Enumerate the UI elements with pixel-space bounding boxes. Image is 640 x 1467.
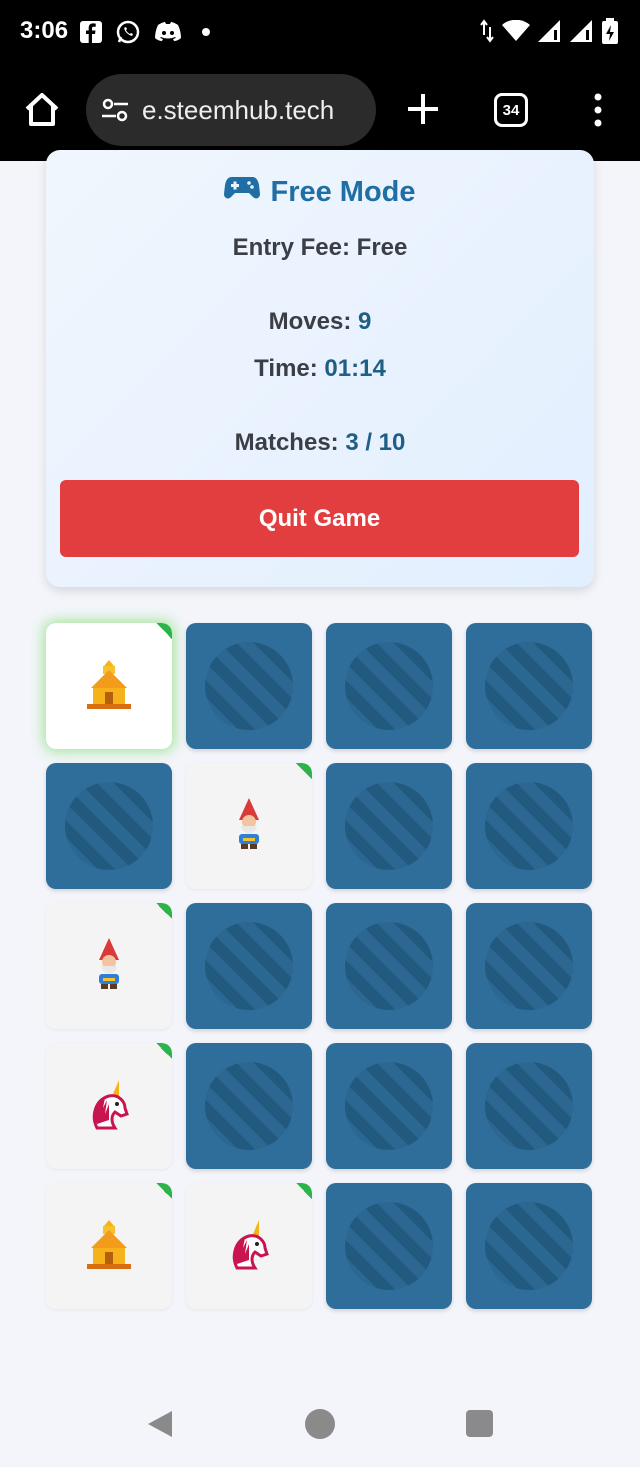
card-face-down[interactable] bbox=[466, 763, 592, 889]
matched-marker bbox=[296, 1183, 312, 1199]
card-face-up[interactable] bbox=[186, 1183, 312, 1309]
moves-label: Moves: bbox=[268, 308, 352, 335]
status-bar: 3:06 bbox=[0, 0, 640, 64]
site-settings-icon[interactable] bbox=[100, 95, 130, 125]
card-face-down[interactable] bbox=[326, 1183, 452, 1309]
whatsapp-icon bbox=[115, 20, 141, 44]
card-back-pattern bbox=[485, 922, 573, 1010]
card-back-pattern bbox=[345, 922, 433, 1010]
signal-icon bbox=[570, 20, 594, 47]
card-grid bbox=[46, 623, 594, 1309]
card-face-up[interactable] bbox=[46, 623, 172, 749]
system-nav-bar bbox=[0, 1380, 640, 1467]
card-face-down[interactable] bbox=[326, 903, 452, 1029]
card-back-pattern bbox=[65, 782, 153, 870]
card-face-down[interactable] bbox=[466, 1183, 592, 1309]
matches-label: Matches: bbox=[234, 429, 339, 456]
game-info-panel: Free Mode Entry Fee: Free Moves: 9 Time:… bbox=[46, 150, 594, 587]
unicorn-icon bbox=[79, 1074, 139, 1139]
card-face-up[interactable] bbox=[186, 763, 312, 889]
unicorn-icon bbox=[219, 1214, 279, 1279]
card-back-pattern bbox=[205, 1062, 293, 1150]
time-line: Time: 01:14 bbox=[46, 355, 594, 383]
card-face-down[interactable] bbox=[326, 623, 452, 749]
address-bar[interactable]: e.steemhub.tech bbox=[86, 74, 376, 146]
card-back-pattern bbox=[345, 642, 433, 730]
discord-icon bbox=[154, 20, 182, 44]
url-text: e.steemhub.tech bbox=[142, 94, 335, 125]
mode-title-text: Free Mode bbox=[270, 175, 416, 208]
mode-title: Free Mode bbox=[46, 175, 594, 209]
home-nav-button[interactable] bbox=[305, 1409, 335, 1439]
data-arrows-icon bbox=[480, 19, 494, 48]
card-back-pattern bbox=[205, 642, 293, 730]
back-nav-button[interactable] bbox=[146, 1409, 174, 1439]
matched-marker bbox=[156, 903, 172, 919]
card-face-down[interactable] bbox=[466, 623, 592, 749]
card-back-pattern bbox=[205, 922, 293, 1010]
card-back-pattern bbox=[345, 782, 433, 870]
time-label: Time: bbox=[254, 355, 318, 382]
home-button[interactable] bbox=[22, 90, 62, 130]
moves-value: 9 bbox=[358, 308, 372, 335]
matched-marker bbox=[156, 1043, 172, 1059]
matches-line: Matches: 3 / 10 bbox=[46, 429, 594, 457]
card-face-up[interactable] bbox=[46, 1043, 172, 1169]
gamepad-icon bbox=[224, 175, 261, 209]
card-face-down[interactable] bbox=[326, 763, 452, 889]
card-back-pattern bbox=[485, 642, 573, 730]
card-face-down[interactable] bbox=[186, 1043, 312, 1169]
quit-game-button[interactable]: Quit Game bbox=[60, 480, 579, 557]
matched-marker bbox=[156, 623, 172, 639]
card-back-pattern bbox=[485, 1062, 573, 1150]
signal-icon bbox=[538, 20, 562, 47]
gnome-icon bbox=[79, 934, 139, 999]
notification-dot-icon bbox=[201, 20, 211, 44]
card-back-pattern bbox=[345, 1062, 433, 1150]
card-face-down[interactable] bbox=[186, 903, 312, 1029]
card-face-up[interactable] bbox=[46, 1183, 172, 1309]
matches-value: 3 / 10 bbox=[345, 429, 406, 456]
matched-marker bbox=[296, 763, 312, 779]
moves-line: Moves: 9 bbox=[46, 308, 594, 336]
card-face-down[interactable] bbox=[186, 623, 312, 749]
tab-switcher-button[interactable]: 34 bbox=[494, 93, 528, 127]
entry-fee-text: Entry Fee: Free bbox=[232, 234, 408, 261]
card-back-pattern bbox=[485, 782, 573, 870]
card-face-up[interactable] bbox=[46, 903, 172, 1029]
card-face-down[interactable] bbox=[466, 1043, 592, 1169]
card-face-down[interactable] bbox=[46, 763, 172, 889]
new-tab-button[interactable] bbox=[404, 90, 442, 128]
wifi-icon bbox=[502, 19, 530, 47]
facebook-icon bbox=[80, 20, 102, 44]
time-value: 01:14 bbox=[324, 355, 386, 382]
card-back-pattern bbox=[485, 1202, 573, 1290]
matched-marker bbox=[156, 1183, 172, 1199]
more-options-icon[interactable] bbox=[586, 92, 610, 128]
status-time: 3:06 bbox=[20, 17, 69, 44]
status-right bbox=[480, 18, 618, 49]
gnome-icon bbox=[219, 794, 279, 859]
card-face-down[interactable] bbox=[466, 903, 592, 1029]
card-back-pattern bbox=[345, 1202, 433, 1290]
battery-icon bbox=[602, 18, 618, 49]
browser-chrome: 3:06 e.steemhub.tech 34 bbox=[0, 0, 640, 161]
temple-icon bbox=[79, 1214, 139, 1279]
card-face-down[interactable] bbox=[326, 1043, 452, 1169]
temple-icon bbox=[79, 654, 139, 719]
recents-nav-button[interactable] bbox=[466, 1410, 493, 1437]
